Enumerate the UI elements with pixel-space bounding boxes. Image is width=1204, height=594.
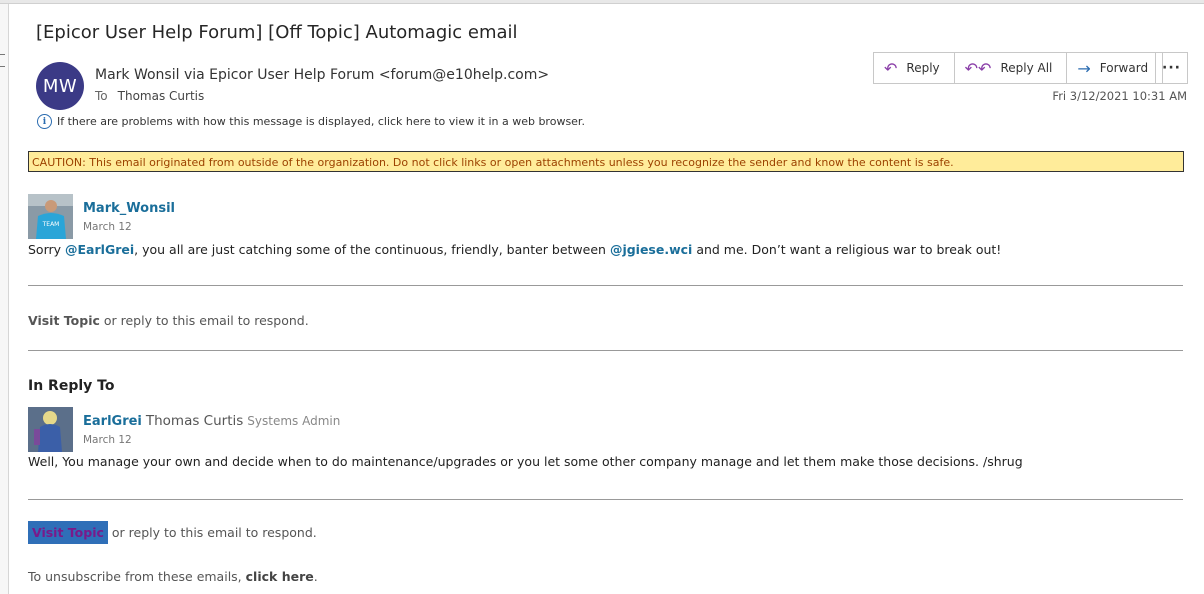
post-body: Sorry @EarlGrei, you all are just catchi… bbox=[28, 242, 1001, 257]
info-icon: i bbox=[37, 114, 52, 129]
reply-icon: ↶ bbox=[884, 58, 898, 78]
mention-link[interactable]: @jgiese.wci bbox=[610, 242, 692, 257]
post-user-title: Systems Admin bbox=[247, 414, 341, 428]
post-text: and me. Don’t want a religious war to br… bbox=[692, 242, 1002, 257]
visit-topic-rest: or reply to this email to respond. bbox=[99, 313, 309, 328]
recipient-line: To Thomas Curtis bbox=[95, 89, 204, 103]
post-date[interactable]: March 12 bbox=[83, 221, 132, 233]
forward-button[interactable]: → Forward bbox=[1067, 53, 1162, 83]
email-subject: [Epicor User Help Forum] [Off Topic] Aut… bbox=[36, 22, 518, 43]
to-label: To bbox=[95, 89, 108, 103]
post-date[interactable]: March 12 bbox=[83, 434, 132, 446]
divider bbox=[28, 285, 1183, 286]
visit-topic-line: Visit Topic or reply to this email to res… bbox=[28, 521, 317, 544]
reply-all-icon: ↶↶ bbox=[964, 58, 992, 78]
visit-topic-link[interactable]: Visit Topic bbox=[28, 313, 100, 328]
display-info-text[interactable]: If there are problems with how this mess… bbox=[57, 115, 585, 128]
recipient-name[interactable]: Thomas Curtis bbox=[118, 89, 205, 103]
post-text: Sorry bbox=[28, 242, 66, 257]
forward-label: Forward bbox=[1099, 61, 1149, 75]
visit-topic-button[interactable]: Visit Topic bbox=[28, 521, 108, 544]
unsubscribe-text: To unsubscribe from these emails, bbox=[28, 569, 246, 584]
user-photo-icon bbox=[28, 407, 73, 452]
visit-topic-rest: or reply to this email to respond. bbox=[111, 525, 317, 540]
post-username[interactable]: EarlGrei bbox=[83, 414, 142, 429]
message-actions: ↶ Reply ↶↶ Reply All → Forward bbox=[873, 52, 1164, 84]
post-username[interactable]: Mark_Wonsil bbox=[83, 201, 175, 216]
top-border bbox=[0, 0, 1204, 4]
unsubscribe-end: . bbox=[313, 569, 318, 584]
user-photo-icon: TEAM bbox=[28, 194, 73, 239]
sender-line[interactable]: Mark Wonsil via Epicor User Help Forum <… bbox=[95, 67, 549, 83]
visit-topic-line: Visit Topic or reply to this email to re… bbox=[28, 313, 309, 328]
reply-button[interactable]: ↶ Reply bbox=[874, 53, 955, 83]
reply-all-button[interactable]: ↶↶ Reply All bbox=[955, 53, 1068, 83]
unsubscribe-line: To unsubscribe from these emails, click … bbox=[28, 569, 318, 584]
post-body: Well, You manage your own and decide whe… bbox=[28, 454, 1023, 469]
display-info-bar[interactable]: i If there are problems with how this me… bbox=[37, 114, 585, 129]
sender-avatar[interactable]: MW bbox=[36, 62, 84, 110]
caution-banner: CAUTION: This email originated from outs… bbox=[28, 151, 1184, 172]
divider bbox=[28, 350, 1183, 351]
more-actions-button[interactable]: ··· bbox=[1155, 52, 1188, 84]
reply-label: Reply bbox=[906, 61, 940, 75]
received-date: Fri 3/12/2021 10:31 AM bbox=[1052, 89, 1187, 103]
avatar[interactable] bbox=[28, 407, 73, 452]
post-fullname: Thomas Curtis bbox=[145, 413, 244, 429]
pane-tick bbox=[0, 54, 5, 55]
left-pane-edge[interactable] bbox=[0, 4, 9, 594]
unsubscribe-link[interactable]: click here bbox=[246, 569, 314, 584]
avatar[interactable]: TEAM bbox=[28, 194, 73, 239]
mention-link[interactable]: @EarlGrei bbox=[65, 242, 134, 257]
pane-tick bbox=[0, 66, 5, 67]
forward-icon: → bbox=[1077, 58, 1091, 78]
in-reply-to-heading: In Reply To bbox=[28, 378, 115, 394]
post-text: , you all are just catching some of the … bbox=[134, 242, 610, 257]
divider bbox=[28, 499, 1183, 500]
reply-all-label: Reply All bbox=[1000, 61, 1053, 75]
svg-text:TEAM: TEAM bbox=[42, 221, 60, 228]
post-author-line: EarlGrei Thomas Curtis Systems Admin bbox=[83, 413, 340, 429]
